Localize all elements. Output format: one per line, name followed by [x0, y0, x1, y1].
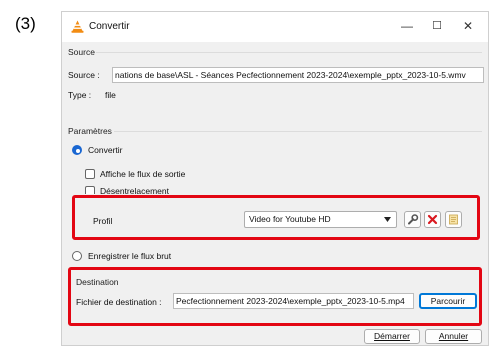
close-button[interactable]: ✕: [457, 18, 479, 34]
destination-file-field[interactable]: Pecfectionnement 2023-2024\exemple_pptx_…: [173, 293, 414, 309]
convert-dialog: Convertir — ☐ ✕ Source Source : nations …: [61, 11, 489, 346]
raw-dump-radio[interactable]: [72, 251, 82, 261]
convert-radio-label: Convertir: [88, 145, 123, 155]
profile-highlight-frame: [72, 195, 480, 240]
convert-radio[interactable]: [72, 145, 82, 155]
source-group-title: Source: [68, 47, 95, 57]
destination-file-label: Fichier de destination :: [76, 297, 162, 307]
step-number: (3): [15, 14, 36, 33]
type-label: Type :: [68, 90, 92, 100]
source-separator: [96, 52, 482, 53]
source-label: Source :: [68, 70, 100, 80]
cancel-button[interactable]: Annuler: [425, 329, 482, 344]
window-title: Convertir: [89, 21, 130, 32]
show-output-checkbox[interactable]: [85, 169, 95, 179]
parametres-separator: [114, 131, 482, 132]
parametres-group-title: Paramètres: [68, 126, 112, 136]
destination-group-title: Destination: [76, 277, 119, 287]
title-bar: Convertir — ☐ ✕: [62, 12, 488, 42]
vlc-cone-icon: [71, 20, 84, 33]
deinterlace-row: Désentrelacement: [82, 185, 202, 194]
type-value: file: [105, 90, 116, 100]
maximize-button[interactable]: ☐: [426, 18, 448, 34]
start-button-label: Démarrer: [374, 331, 410, 341]
start-button[interactable]: Démarrer: [364, 329, 420, 344]
source-path-field[interactable]: nations de base\ASL - Séances Pecfection…: [112, 67, 484, 83]
show-output-label: Affiche le flux de sortie: [100, 169, 186, 179]
minimize-button[interactable]: —: [396, 18, 418, 34]
raw-dump-label: Enregistrer le flux brut: [88, 251, 172, 261]
deinterlace-label: Désentrelacement: [100, 186, 169, 194]
deinterlace-checkbox[interactable]: [85, 186, 95, 194]
cancel-button-label: Annuler: [438, 331, 469, 341]
browse-button[interactable]: Parcourir: [419, 293, 477, 309]
